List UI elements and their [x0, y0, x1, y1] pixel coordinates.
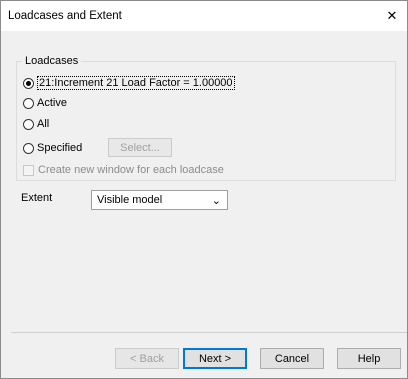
close-icon: ✕ — [386, 8, 398, 23]
select-button[interactable]: Select... — [108, 138, 172, 157]
radio-all[interactable]: All — [23, 117, 49, 131]
radio-label-specified: Specified — [37, 142, 83, 154]
radio-button-icon[interactable] — [23, 118, 34, 130]
extent-label: Extent — [21, 192, 53, 204]
extent-dropdown[interactable]: Visible model ⌄ — [91, 190, 228, 210]
next-button[interactable]: Next > — [183, 348, 247, 369]
new-window-checkbox-row[interactable]: Create new window for each loadcase — [23, 163, 224, 177]
button-separator — [11, 332, 407, 333]
help-button[interactable]: Help — [337, 348, 401, 369]
chevron-down-icon: ⌄ — [211, 195, 221, 207]
radio-button-icon[interactable] — [23, 97, 34, 109]
new-window-checkbox-label: Create new window for each loadcase — [38, 164, 224, 176]
radio-increment-21[interactable]: 21:Increment 21 Load Factor = 1.00000 — [23, 76, 235, 90]
loadcases-extent-dialog: Loadcases and Extent ✕ Loadcases 21:Incr… — [0, 0, 408, 379]
cancel-button[interactable]: Cancel — [260, 348, 324, 369]
extent-selected-value: Visible model — [97, 194, 163, 206]
radio-button-icon[interactable] — [23, 142, 34, 154]
radio-label-active: Active — [37, 97, 67, 109]
loadcases-group-label: Loadcases — [22, 55, 82, 67]
radio-label-increment-21: 21:Increment 21 Load Factor = 1.00000 — [37, 76, 235, 90]
title-bar: Loadcases and Extent ✕ — [1, 1, 407, 31]
checkbox-icon[interactable] — [23, 164, 34, 176]
radio-specified[interactable]: Specified — [23, 141, 82, 155]
radio-active[interactable]: Active — [23, 96, 67, 110]
radio-button-icon[interactable] — [23, 77, 34, 89]
radio-label-all: All — [37, 118, 50, 130]
window-title: Loadcases and Extent — [8, 10, 122, 22]
close-button[interactable]: ✕ — [377, 1, 407, 31]
back-button[interactable]: < Back — [115, 348, 179, 369]
